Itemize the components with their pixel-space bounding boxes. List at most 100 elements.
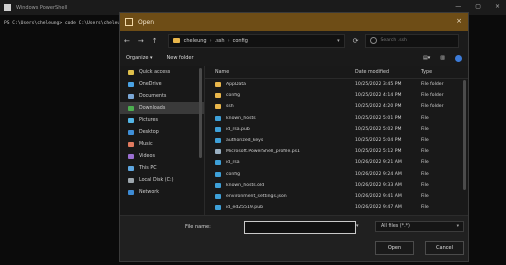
new-folder-button[interactable]: New folder (167, 55, 194, 61)
chevron-down-icon: ▾ (456, 224, 459, 229)
view-options-icon[interactable]: ▤▾ (423, 55, 430, 61)
nav-item-network[interactable]: Network (120, 186, 204, 198)
nav-item-pictures[interactable]: Pictures (120, 114, 204, 126)
file-row[interactable]: authorized_keys 10/25/2022 5:04 PM File (205, 135, 468, 146)
terminal-app-icon (4, 4, 11, 11)
nav-item-label: OneDrive (139, 81, 162, 87)
nav-item-music[interactable]: Music (120, 138, 204, 150)
cancel-button[interactable]: Cancel (425, 241, 464, 255)
nav-item-downloads[interactable]: Downloads (120, 102, 204, 114)
chevron-right-icon: › (227, 37, 230, 44)
dialog-footer: File name: ▾ All files (*.*) ▾ Open Canc… (120, 215, 468, 261)
file-row[interactable]: Microsoft.PowerShell_profile.ps1 10/25/2… (205, 146, 468, 157)
nav-item-desktop[interactable]: Desktop (120, 126, 204, 138)
close-icon[interactable]: × (495, 3, 500, 10)
nav-item-label: Pictures (139, 117, 158, 123)
file-icon (215, 205, 221, 211)
back-arrow-icon[interactable]: ← (124, 37, 130, 45)
file-name-input[interactable] (244, 221, 356, 234)
command-bar: Organize ▾ New folder ▤▾ ▥ (120, 50, 468, 67)
network-icon (128, 189, 134, 195)
file-type: File (421, 160, 429, 166)
file-date: 10/25/2022 4:14 PM (355, 93, 402, 99)
file-icon (215, 138, 221, 144)
nav-item-documents[interactable]: Documents (120, 90, 204, 102)
dialog-icon (125, 18, 133, 26)
file-type: File (421, 126, 429, 132)
nav-item-quick-access[interactable]: Quick access (120, 66, 204, 78)
preview-pane-icon[interactable]: ▥ (440, 55, 445, 61)
nav-item-local-disk[interactable]: Local Disk (C:) (120, 174, 204, 186)
file-icon (215, 115, 221, 121)
chevron-down-icon[interactable]: ▾ (337, 38, 340, 44)
file-row[interactable]: id_rsa.pub 10/25/2022 5:02 PM File (205, 124, 468, 135)
file-icon (215, 171, 221, 177)
file-date: 10/26/2022 9:21 AM (355, 160, 402, 166)
file-type-value: All files (*.*) (381, 224, 410, 229)
open-button[interactable]: Open (375, 241, 414, 255)
file-row[interactable]: config 10/25/2022 4:14 PM File folder (205, 90, 468, 101)
file-name: id_rsa.pub (226, 126, 250, 132)
file-date: 10/26/2022 9:33 AM (355, 182, 402, 188)
up-arrow-icon[interactable]: ↑ (152, 37, 158, 45)
nav-item-onedrive[interactable]: OneDrive (120, 78, 204, 90)
folder-icon (215, 82, 221, 88)
maximize-icon[interactable]: ▢ (475, 3, 481, 10)
search-icon (369, 37, 377, 44)
help-icon[interactable] (455, 54, 462, 62)
file-type: File folder (421, 82, 444, 88)
file-type: File folder (421, 104, 444, 110)
file-name: config (226, 93, 241, 99)
cloud-icon (128, 81, 134, 87)
music-icon (128, 141, 134, 147)
breadcrumb-item[interactable]: config (233, 38, 248, 44)
column-header-type[interactable]: Type (421, 70, 461, 75)
file-list: Name Date modified Type AppData 10/25/20… (205, 66, 468, 216)
column-header-name[interactable]: Name (205, 70, 355, 75)
file-date: 10/26/2022 9:41 AM (355, 193, 402, 199)
image-icon (128, 117, 134, 123)
file-row[interactable]: known_hosts 10/25/2022 5:01 PM File (205, 113, 468, 124)
file-name: ssh (226, 104, 234, 110)
file-row[interactable]: id_rsa 10/26/2022 9:21 AM File (205, 157, 468, 168)
file-icon (215, 160, 221, 166)
navigation-scrollbar[interactable] (199, 68, 202, 158)
navigation-pane: Quick access OneDrive Documents Download… (120, 66, 205, 216)
folder-icon (172, 38, 180, 43)
file-name: environment_settings.json (226, 193, 287, 199)
file-name: id_ed25519.pub (226, 205, 264, 211)
file-row[interactable]: AppData 10/25/2022 3:45 PM File folder (205, 79, 468, 90)
script-file-icon (215, 149, 221, 155)
nav-item-label: Videos (139, 153, 155, 159)
nav-item-this-pc[interactable]: This PC (120, 162, 204, 174)
dialog-close-icon[interactable]: × (456, 17, 462, 25)
file-row[interactable]: ssh 10/25/2022 4:20 PM File folder (205, 101, 468, 112)
breadcrumb-item[interactable]: cheleung (184, 38, 207, 44)
chevron-down-icon[interactable]: ▾ (356, 223, 359, 229)
file-icon (215, 193, 221, 199)
nav-item-label: Desktop (139, 129, 159, 135)
file-row[interactable]: known_hosts.old 10/26/2022 9:33 AM File (205, 180, 468, 191)
file-list-scrollbar[interactable] (463, 80, 466, 190)
file-row[interactable]: environment_settings.json 10/26/2022 9:4… (205, 191, 468, 202)
video-icon (128, 153, 134, 159)
refresh-icon[interactable]: ⟳ (353, 37, 359, 45)
folder-icon (215, 104, 221, 110)
file-row[interactable]: id_ed25519.pub 10/26/2022 9:47 AM File (205, 202, 468, 213)
nav-item-label: Documents (139, 93, 167, 99)
nav-item-label: Quick access (139, 69, 171, 75)
address-bar[interactable]: cheleung › .ssh › config ▾ (167, 33, 345, 48)
breadcrumb-item[interactable]: .ssh (215, 38, 225, 44)
dialog-title: Open (138, 18, 155, 26)
column-header-date[interactable]: Date modified (355, 70, 421, 75)
search-box[interactable]: Search .ssh (364, 33, 459, 48)
organize-button[interactable]: Organize ▾ (126, 55, 153, 61)
nav-item-videos[interactable]: Videos (120, 150, 204, 162)
forward-arrow-icon[interactable]: → (138, 37, 144, 45)
minimize-icon[interactable]: — (455, 3, 461, 10)
nav-item-label: Local Disk (C:) (139, 177, 174, 183)
file-type-select[interactable]: All files (*.*) ▾ (375, 221, 464, 232)
file-row[interactable]: config 10/26/2022 9:24 AM File (205, 169, 468, 180)
file-name-label: File name: (185, 224, 211, 230)
file-name: id_rsa (226, 160, 240, 166)
